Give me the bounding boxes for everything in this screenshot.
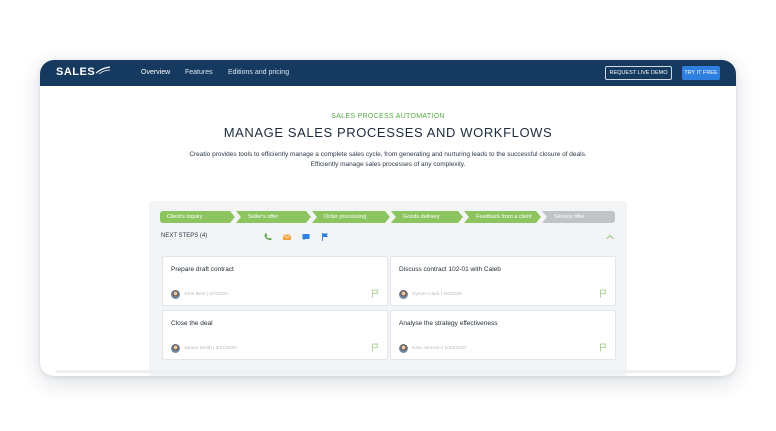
section-eyebrow: SALES PROCESS AUTOMATION [331, 113, 445, 120]
stage-progress-bar: Client's inquiry Seller's offer Order pr… [160, 211, 616, 223]
task-meta: Kate Jackson | 5/26/2020 [412, 346, 467, 351]
avatar [171, 290, 180, 299]
stage-order-processing[interactable]: Order processing [312, 211, 390, 223]
task-card[interactable]: Discuss contract 102-01 with Caleb Symon… [390, 256, 616, 306]
avatar [399, 344, 408, 353]
nav-link-features[interactable]: Features [185, 69, 213, 76]
top-navigation: SALES Overview Features Editions and pri… [40, 60, 736, 86]
logo-text: SALES [56, 66, 96, 78]
flag-outline-icon[interactable] [371, 343, 379, 352]
sales-pipeline-panel: Client's inquiry Seller's offer Order pr… [149, 201, 627, 376]
task-title: Prepare draft contract [171, 266, 234, 273]
nav-link-overview[interactable]: Overview [141, 69, 170, 76]
task-title: Close the deal [171, 320, 213, 327]
phone-icon[interactable] [263, 232, 273, 242]
avatar [171, 344, 180, 353]
task-card[interactable]: Prepare draft contract John Best | 6/7/2… [162, 256, 388, 306]
section-description: Creatio provides tools to efficiently ma… [40, 150, 736, 170]
description-line-1: Creatio provides tools to efficiently ma… [189, 151, 587, 158]
task-meta: James Smith | 5/27/2020 [184, 346, 237, 351]
description-line-2: Efficiently manage sales processes of an… [310, 161, 466, 168]
page-title: MANAGE SALES PROCESSES AND WORKFLOWS [223, 125, 553, 140]
email-icon[interactable] [282, 232, 292, 242]
chevron-up-icon[interactable] [605, 233, 615, 241]
sales-logo[interactable]: SALES [56, 65, 111, 78]
browser-frame: SALES Overview Features Editions and pri… [40, 60, 736, 376]
stage-feedback-from-client[interactable]: Feedback from a client [464, 211, 541, 223]
stage-service-offer[interactable]: Service offer [541, 211, 616, 223]
stage-goods-delivery[interactable]: Goods delivery [391, 211, 463, 223]
task-meta: John Best | 6/7/2020 [184, 292, 228, 297]
stage-clients-inquiry[interactable]: Client's inquiry [160, 211, 235, 223]
flag-outline-icon[interactable] [371, 289, 379, 298]
flag-outline-icon[interactable] [599, 343, 607, 352]
try-it-free-button[interactable]: TRY IT FREE [682, 66, 720, 80]
stage-sellers-offer[interactable]: Seller's offer [236, 211, 311, 223]
avatar [399, 290, 408, 299]
task-meta: Symon Clark | 6/6/2020 [412, 292, 463, 297]
request-live-demo-button[interactable]: REQUEST LIVE DEMO [605, 66, 672, 80]
frame-bottom-edge [56, 370, 720, 373]
nav-link-editions-pricing[interactable]: Editions and pricing [228, 69, 289, 76]
chat-icon[interactable] [301, 232, 311, 242]
flag-outline-icon[interactable] [599, 289, 607, 298]
logo-swoosh-icon [96, 65, 111, 74]
task-title: Discuss contract 102-01 with Caleb [399, 266, 501, 273]
flag-icon[interactable] [320, 232, 330, 242]
task-card[interactable]: Analyse the strategy effectiveness Kate … [390, 310, 616, 360]
next-steps-label: NEXT STEPS (4) [161, 233, 208, 239]
task-title: Analyse the strategy effectiveness [399, 320, 498, 327]
task-card[interactable]: Close the deal James Smith | 5/27/2020 [162, 310, 388, 360]
